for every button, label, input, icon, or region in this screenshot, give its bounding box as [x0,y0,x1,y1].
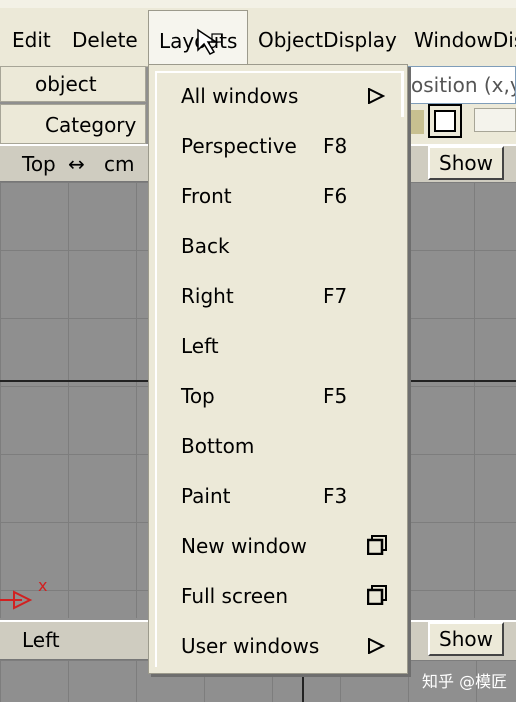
category-field[interactable]: Category [0,104,146,144]
menu-item-back[interactable]: Back [181,229,395,263]
menu-windowdisplay[interactable]: WindowDis [414,26,516,54]
window-icon [367,535,387,555]
menu-item-label: Right [181,284,234,308]
watermark: 知乎 @模匠 [422,672,508,691]
viewport-axis-line [302,674,304,702]
menu-item-label: Paint [181,484,231,508]
top-view-unit: cm [104,152,135,176]
submenu-arrow-icon [368,88,385,104]
top-viewport-grid[interactable] [0,182,148,618]
menu-bar: Edit Delete Layouts ObjectDisplay Window… [0,0,516,67]
right-viewport-grid[interactable] [406,182,516,618]
axis-x-label: x [38,576,48,595]
square-icon [434,110,456,132]
menu-item-new-window[interactable]: New window [181,529,395,563]
menu-item-bottom[interactable]: Bottom [181,429,395,463]
menu-item-shortcut: F6 [323,184,348,208]
menu-item-label: Bottom [181,434,255,458]
menu-item-shortcut: F5 [323,384,348,408]
axis-gizmo [0,590,33,610]
menu-item-right[interactable]: Right F7 [181,279,395,313]
position-input[interactable]: osition (x,y [408,66,516,104]
toolbar-field[interactable] [474,108,516,132]
menu-item-all-windows[interactable]: All windows [181,79,395,113]
square-button[interactable] [428,104,462,138]
menu-item-label: Left [181,334,219,358]
menu-item-paint[interactable]: Paint F3 [181,479,395,513]
menu-delete[interactable]: Delete [72,26,138,54]
submenu-arrow-icon [368,638,385,654]
viewport-axis-line [406,380,516,382]
menu-item-left[interactable]: Left [181,329,395,363]
menu-item-user-windows[interactable]: User windows [181,629,395,663]
left-viewport-titlebar[interactable]: Left [0,620,148,660]
menu-separator [401,71,404,117]
window-icon [367,585,387,605]
menu-item-label: User windows [181,634,320,658]
object-field[interactable]: object [0,66,146,102]
double-arrow-icon: ↔ [68,152,85,176]
menu-item-label: Perspective [181,134,297,158]
show-button[interactable]: Show [428,146,504,180]
show-button-bottom[interactable]: Show [428,622,504,656]
menu-item-full-screen[interactable]: Full screen [181,579,395,613]
menu-objectdisplay[interactable]: ObjectDisplay [258,26,397,54]
cursor-icon [197,28,223,55]
category-label: Category [45,113,137,137]
menu-item-label: Front [181,184,232,208]
menu-item-shortcut: F8 [323,134,348,158]
viewport-axis-line [0,380,148,382]
menu-item-shortcut: F3 [323,484,348,508]
menu-item-front[interactable]: Front F6 [181,179,395,213]
object-label: object [35,72,97,96]
menu-item-shortcut: F7 [323,284,348,308]
menu-edit[interactable]: Edit [12,26,51,54]
menu-item-label: Back [181,234,230,258]
top-view-label: Top [22,152,56,176]
menu-item-label: All windows [181,84,299,108]
menu-item-label: Full screen [181,584,289,608]
menu-item-perspective[interactable]: Perspective F8 [181,129,395,163]
left-view-label: Left [22,628,60,652]
menu-item-label: New window [181,534,307,558]
layouts-dropdown: All windows Perspective F8 Front F6 Back… [148,64,408,674]
top-viewport-titlebar[interactable]: Top ↔ cm [0,144,148,182]
menu-item-top[interactable]: Top F5 [181,379,395,413]
menu-item-label: Top [181,384,215,408]
color-swatch[interactable] [410,110,424,134]
